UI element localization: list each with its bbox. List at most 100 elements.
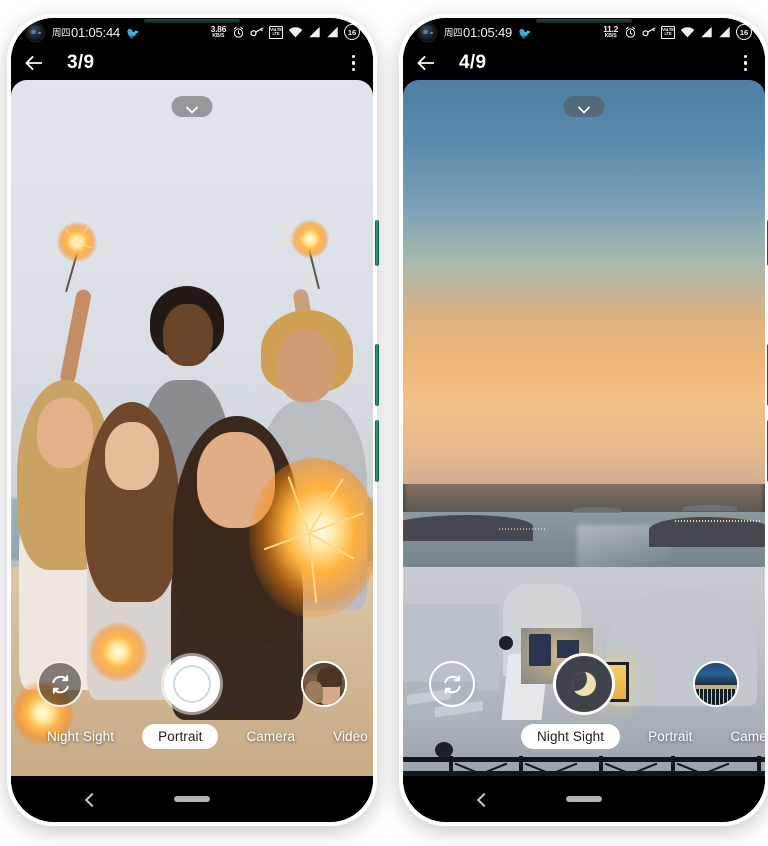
sparkler-flame [291, 220, 329, 258]
camera-flip-icon [51, 674, 69, 694]
scene-island-far-b [683, 505, 737, 512]
scene-railing-post [519, 756, 523, 776]
battery-level: 16 [739, 27, 749, 37]
night-sight-shutter-button[interactable] [553, 653, 615, 715]
status-weekday: 周四 [444, 27, 463, 39]
battery-indicator: 16 [736, 24, 752, 40]
nav-back-icon[interactable] [85, 794, 96, 805]
screenshot-stage: 周四 01:05:44 🐦 3.86 KB/S VoLTE LTE 16 3/9… [0, 0, 768, 846]
camera-flip-button[interactable] [37, 661, 83, 707]
earpiece-speaker-icon [144, 19, 240, 23]
mode-night-sight[interactable]: Night Sight [37, 724, 124, 749]
chevron-down-icon [187, 101, 198, 112]
moon-icon [572, 672, 596, 696]
side-button-mute[interactable] [375, 220, 379, 266]
sparkler-flame-large [249, 458, 373, 618]
phone-mockup-left: 周四 01:05:44 🐦 3.86 KB/S VoLTE LTE 16 3/9… [7, 14, 379, 826]
status-time: 01:05:44 [71, 24, 121, 40]
nav-back-icon[interactable] [477, 794, 488, 805]
side-button-volume-up[interactable] [375, 344, 379, 406]
phone-screen-left: 周四 01:05:44 🐦 3.86 KB/S VoLTE LTE 16 3/9… [11, 18, 373, 822]
scene-island-far-a [573, 506, 621, 513]
scene-sky [403, 80, 765, 484]
mode-portrait[interactable]: Portrait [638, 724, 702, 749]
shutter-button[interactable] [164, 656, 220, 712]
side-button-power[interactable] [375, 420, 379, 482]
battery-level: 16 [347, 27, 357, 37]
shutter-inner-ring [173, 665, 211, 703]
network-speed-unit: KB/S [212, 32, 225, 39]
phone-bezel-right: 周四 01:05:49 🐦 11.2 KB/S VoLTE LTE 16 4/9… [403, 18, 765, 822]
mode-night-sight[interactable]: Night Sight [521, 723, 621, 749]
expand-controls-button[interactable] [171, 96, 213, 117]
front-camera-punchhole-icon [27, 23, 44, 41]
network-speed-unit: KB/S [604, 32, 617, 39]
thumbnail-dog [305, 681, 323, 703]
person-head [105, 422, 159, 490]
scene-chimney-pot [499, 636, 513, 650]
person-head [277, 330, 335, 402]
network-speed-indicator: 3.86 KB/S [211, 25, 227, 39]
network-speed-indicator: 11.2 KB/S [603, 25, 618, 39]
camera-controls [403, 653, 765, 715]
mode-strip: Night Sight Portrait Camer [521, 723, 765, 749]
scene-railing-post [671, 756, 675, 776]
vpn-key-icon [642, 27, 656, 37]
status-clock: 周四 01:05:44 🐦 [52, 25, 140, 40]
wifi-icon [680, 27, 695, 38]
overflow-menu-icon[interactable] [740, 51, 751, 75]
page-title: 3/9 [67, 52, 95, 73]
mode-portrait[interactable]: Portrait [142, 723, 219, 749]
status-clock: 周四 01:05:49 🐦 [444, 25, 532, 40]
camera-flip-button[interactable] [429, 661, 475, 707]
signal-sim1-icon [309, 26, 320, 38]
mode-strip: Night Sight Portrait Camera Video [37, 723, 373, 749]
nav-home-pill-icon[interactable] [566, 796, 602, 802]
person-head [163, 304, 213, 366]
phone-bezel-left: 周四 01:05:44 🐦 3.86 KB/S VoLTE LTE 16 3/9… [11, 18, 373, 822]
status-weekday: 周四 [52, 27, 71, 39]
mode-selector: Night Sight Portrait Camer [403, 722, 765, 750]
bird-icon: 🐦 [518, 27, 532, 40]
mode-video[interactable]: Video [323, 724, 373, 749]
mode-camera[interactable]: Camer [720, 724, 765, 749]
back-arrow-icon[interactable] [415, 52, 437, 74]
battery-indicator: 16 [344, 24, 360, 40]
mode-camera[interactable]: Camera [236, 724, 305, 749]
bird-icon: 🐦 [126, 27, 140, 40]
thumbnail-city-lights [695, 689, 737, 705]
expand-controls-button[interactable] [563, 96, 605, 117]
app-bar: 3/9 [11, 46, 373, 80]
camera-viewfinder[interactable]: Night Sight Portrait Camera Video [11, 80, 373, 776]
system-navigation-bar [11, 776, 373, 822]
page-title: 4/9 [459, 52, 487, 73]
back-arrow-icon[interactable] [23, 52, 45, 74]
chevron-down-icon [579, 101, 590, 112]
volte-label-bottom: LTE [664, 31, 672, 36]
status-time: 01:05:49 [463, 24, 513, 40]
scene-railing-post [449, 756, 453, 776]
camera-viewfinder[interactable]: Night Sight Portrait Camer [403, 80, 765, 776]
vpn-key-icon [250, 27, 264, 37]
mode-selector: Night Sight Portrait Camera Video [11, 722, 373, 750]
scene-railing-post [757, 756, 761, 776]
scene-railing-post [599, 756, 603, 776]
nav-home-pill-icon[interactable] [174, 796, 210, 802]
volte-icon: VoLTE LTE [269, 25, 283, 39]
signal-sim1-icon [701, 26, 712, 38]
camera-flip-icon [443, 674, 461, 694]
scene-railing-top [403, 757, 765, 762]
camera-controls [11, 656, 373, 712]
signal-sim2-icon [719, 26, 730, 38]
phone-mockup-right: 周四 01:05:49 🐦 11.2 KB/S VoLTE LTE 16 4/9… [399, 14, 768, 826]
overflow-menu-icon[interactable] [348, 51, 359, 75]
alarm-icon [233, 26, 244, 38]
last-photo-thumbnail[interactable] [693, 661, 739, 707]
person-head [37, 398, 93, 468]
volte-icon: VoLTE LTE [661, 25, 675, 39]
phone-screen-right: 周四 01:05:49 🐦 11.2 KB/S VoLTE LTE 16 4/9… [403, 18, 765, 822]
scene-town-lights [675, 519, 761, 522]
alarm-icon [625, 26, 636, 38]
last-photo-thumbnail[interactable] [301, 661, 347, 707]
volte-label-bottom: LTE [272, 31, 280, 36]
